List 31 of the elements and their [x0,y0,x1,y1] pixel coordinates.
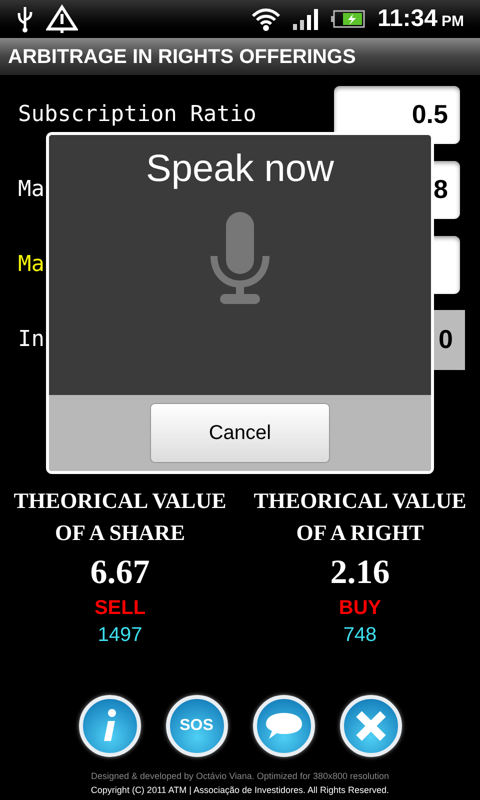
clock-time: 11:34 [377,4,438,34]
signal-icon [293,8,320,30]
dialog-title: Speak now [146,147,334,192]
info-icon [102,709,118,743]
field-label: Ma [18,176,44,204]
result-value: 6.67 [90,553,150,593]
result-value: 2.16 [330,553,390,593]
cancel-button[interactable]: Cancel [150,403,330,463]
credits-text: Designed & developed by Octávio Viana. Optimized for 380x800 resolution [90,770,389,783]
field-label: Ma [18,251,44,279]
microphone-icon [208,212,272,306]
result-title: THEORICAL VALUE OF A SHARE [12,487,228,547]
copyright-text: Copyright (C) 2011 ATM | Associação de Investidores. All Rights Reserved. [90,784,390,797]
chat-button[interactable] [252,695,314,757]
field-label: Subscription Ratio [18,101,256,129]
field-label: In [18,326,44,354]
app-title: ARBITRAGE IN RIGHTS OFFERINGS [8,44,356,70]
warning-icon [46,4,78,34]
result-title: THEORICAL VALUE OF A RIGHT [252,487,468,547]
info-button[interactable] [78,695,140,757]
close-button[interactable] [340,695,402,757]
wifi-icon [251,7,282,31]
usb-icon [16,5,34,33]
clock-ampm: PM [442,12,464,32]
close-icon [356,711,386,741]
battery-icon [331,10,366,28]
result-action: BUY [338,596,382,621]
speech-bubble-icon [264,711,304,741]
result-quantity: 1497 [98,623,142,648]
result-action: SELL [94,596,146,621]
result-quantity: 748 [343,623,377,648]
